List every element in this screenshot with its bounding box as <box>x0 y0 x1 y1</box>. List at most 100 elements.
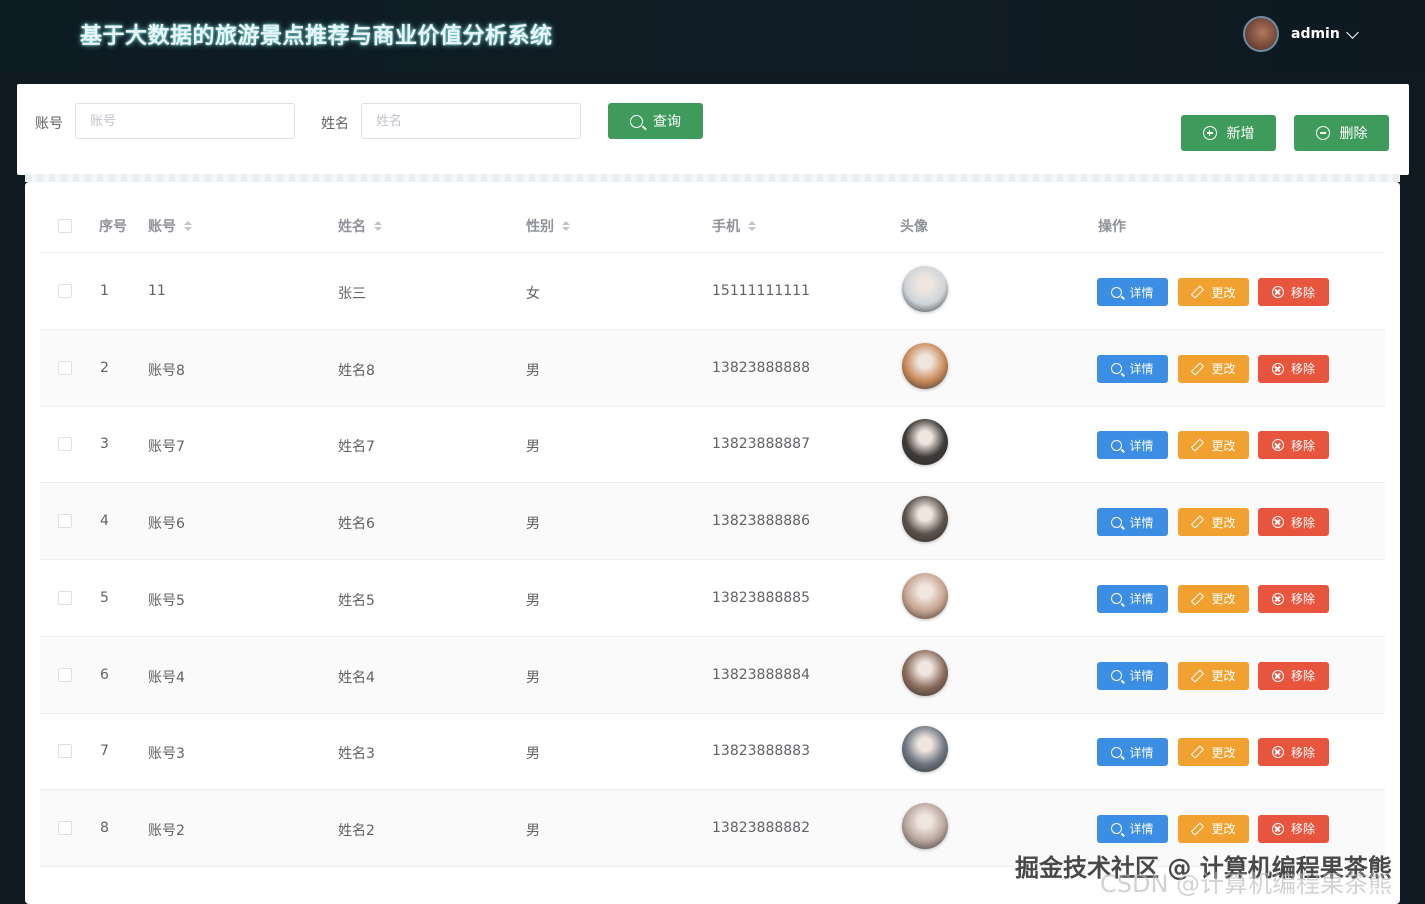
app-title: 基于大数据的旅游景点推荐与商业价值分析系统 <box>80 24 553 49</box>
header-phone[interactable]: 手机 <box>712 216 756 236</box>
search-icon <box>1111 593 1123 605</box>
cell-index: 4 <box>100 513 109 530</box>
row-checkbox[interactable] <box>58 437 72 452</box>
delete-button-label: 删除 <box>1339 126 1368 142</box>
user-name[interactable]: admin <box>1291 26 1340 42</box>
cell-account: 账号6 <box>148 516 185 533</box>
cell-index: 2 <box>100 359 109 376</box>
remove-button[interactable]: 移除 <box>1258 278 1329 306</box>
cell-phone: 13823888884 <box>712 666 810 683</box>
edit-button[interactable]: 更改 <box>1178 738 1249 767</box>
avatar[interactable] <box>902 572 948 619</box>
cell-index: 7 <box>100 743 109 760</box>
avatar[interactable] <box>902 726 948 773</box>
cell-gender: 男 <box>526 746 540 763</box>
search-panel: 账号 姓名 查询 新增 删除 <box>17 84 1409 175</box>
cell-name: 姓名5 <box>338 592 375 609</box>
cell-gender: 男 <box>526 362 540 379</box>
header-avatar: 头像 <box>900 219 928 235</box>
detail-button[interactable]: 详情 <box>1097 354 1168 383</box>
table-row: 7 账号3 姓名3 男 13823888883 详情 更改 移除 <box>40 713 1385 791</box>
cell-account: 账号8 <box>148 362 185 379</box>
row-checkbox[interactable] <box>58 667 72 682</box>
detail-button[interactable]: 详情 <box>1097 584 1168 613</box>
detail-button[interactable]: 详情 <box>1097 814 1168 843</box>
query-button[interactable]: 查询 <box>608 103 703 139</box>
search-icon <box>1111 439 1123 451</box>
sort-icon <box>374 221 382 231</box>
search-icon <box>1111 670 1123 681</box>
remove-button[interactable]: 移除 <box>1258 508 1329 537</box>
name-label: 姓名 <box>321 116 349 132</box>
detail-button[interactable]: 详情 <box>1097 431 1168 460</box>
remove-button[interactable]: 移除 <box>1258 584 1329 613</box>
header-account[interactable]: 账号 <box>148 216 192 236</box>
avatar[interactable] <box>902 266 948 312</box>
search-icon <box>630 114 643 128</box>
cell-name: 姓名2 <box>338 822 375 839</box>
edit-button[interactable]: 更改 <box>1178 814 1249 843</box>
cell-account: 账号5 <box>148 592 185 609</box>
add-button-label: 新增 <box>1226 126 1255 142</box>
detail-button[interactable]: 详情 <box>1097 738 1168 767</box>
detail-button[interactable]: 详情 <box>1097 508 1168 537</box>
row-checkbox[interactable] <box>58 820 72 835</box>
cell-account: 账号3 <box>148 746 185 763</box>
pencil-icon <box>1191 438 1205 453</box>
query-button-label: 查询 <box>653 114 681 130</box>
detail-button[interactable]: 详情 <box>1097 278 1168 306</box>
edit-button[interactable]: 更改 <box>1178 278 1249 306</box>
cell-gender: 男 <box>526 669 540 686</box>
avatar[interactable] <box>902 342 948 389</box>
edit-button[interactable]: 更改 <box>1178 661 1249 690</box>
account-search-input[interactable] <box>75 103 295 139</box>
row-checkbox[interactable] <box>58 590 72 605</box>
close-circle-icon <box>1271 746 1284 759</box>
avatar[interactable] <box>902 419 948 466</box>
avatar[interactable] <box>902 649 948 696</box>
table-row: 4 账号6 姓名6 男 13823888886 详情 更改 移除 <box>40 483 1385 561</box>
edit-button[interactable]: 更改 <box>1178 508 1249 537</box>
chevron-down-icon[interactable] <box>1345 25 1359 39</box>
row-checkbox[interactable] <box>58 514 72 529</box>
edit-button[interactable]: 更改 <box>1178 584 1249 613</box>
remove-button[interactable]: 移除 <box>1258 354 1329 383</box>
search-icon <box>1111 746 1123 758</box>
name-search-input[interactable] <box>361 103 581 139</box>
user-avatar[interactable] <box>1243 16 1279 52</box>
pencil-icon <box>1191 668 1205 683</box>
pencil-icon <box>1191 361 1205 376</box>
header-gender[interactable]: 性别 <box>526 216 570 236</box>
cell-index: 5 <box>100 589 109 606</box>
cell-account: 账号7 <box>148 439 185 456</box>
table-row: 6 账号4 姓名4 男 13823888884 详情 更改 移除 <box>40 636 1385 714</box>
cell-index: 1 <box>100 283 109 299</box>
avatar[interactable] <box>902 802 948 849</box>
edit-button[interactable]: 更改 <box>1178 431 1249 460</box>
pencil-icon <box>1191 285 1205 299</box>
cell-phone: 13823888888 <box>712 359 810 376</box>
remove-button[interactable]: 移除 <box>1258 661 1329 690</box>
row-checkbox[interactable] <box>58 744 72 759</box>
cell-gender: 男 <box>526 592 540 609</box>
edit-button[interactable]: 更改 <box>1178 354 1249 383</box>
watermark-csdn: CSDN @计算机编程果茶熊 <box>1100 870 1393 898</box>
add-button[interactable]: 新增 <box>1181 115 1276 151</box>
remove-button[interactable]: 移除 <box>1258 814 1329 843</box>
remove-button[interactable]: 移除 <box>1258 431 1329 460</box>
table-header: 序号 账号 姓名 性别 手机 头像 操作 <box>40 200 1385 253</box>
cell-phone: 13823888885 <box>712 589 810 606</box>
header-name[interactable]: 姓名 <box>338 216 382 236</box>
cell-account: 11 <box>148 283 166 299</box>
remove-button[interactable]: 移除 <box>1258 738 1329 767</box>
detail-button[interactable]: 详情 <box>1097 661 1168 690</box>
avatar[interactable] <box>902 496 948 543</box>
row-checkbox[interactable] <box>58 360 72 375</box>
select-all-checkbox[interactable] <box>58 219 72 233</box>
cell-account: 账号2 <box>148 822 185 839</box>
delete-button[interactable]: 删除 <box>1294 115 1389 151</box>
minus-circle-icon <box>1315 126 1330 140</box>
user-menu[interactable]: admin <box>1243 16 1359 52</box>
row-checkbox[interactable] <box>58 284 72 298</box>
close-circle-icon <box>1271 286 1284 298</box>
